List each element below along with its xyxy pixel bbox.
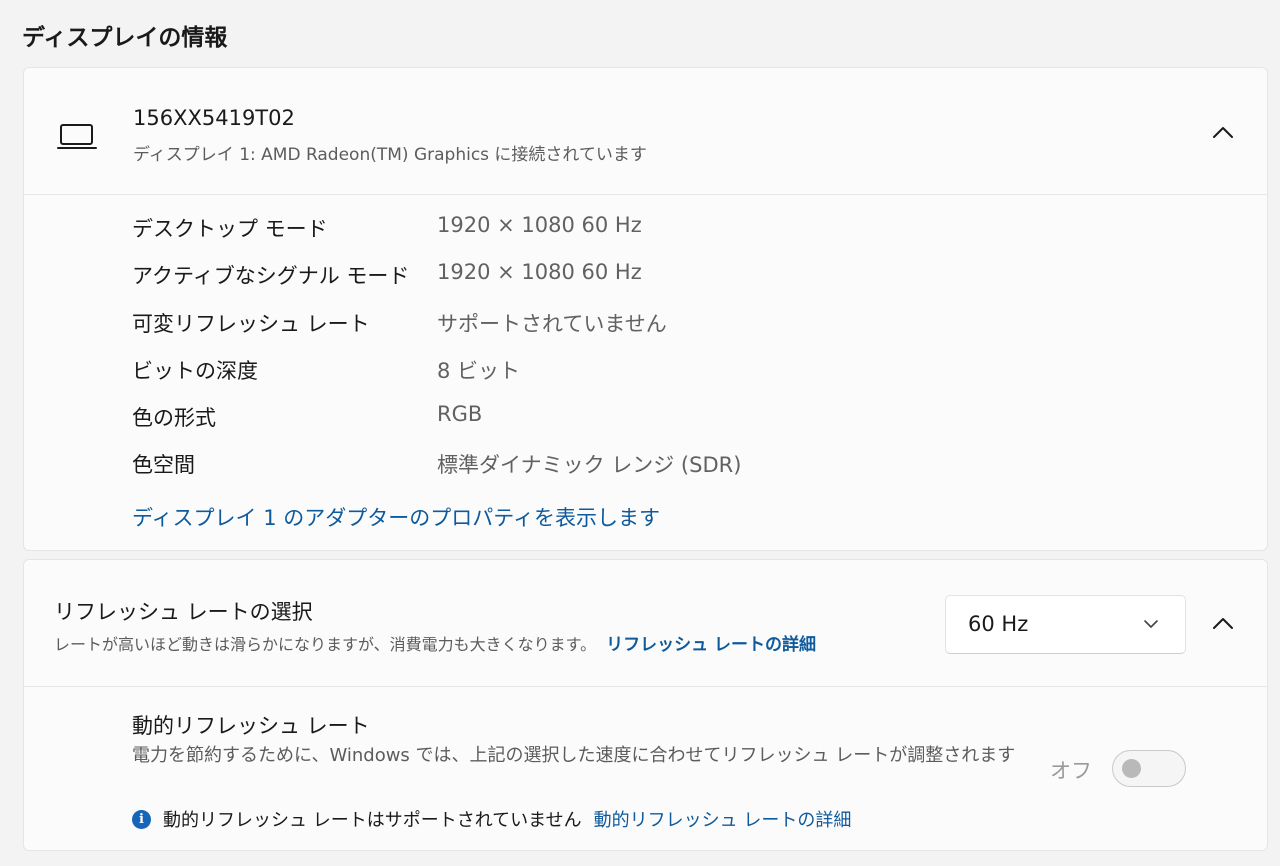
refresh-rate-description: レートが高いほど動きは滑らかになりますが、消費電力も大きくなります。 リフレッシュ…: [54, 630, 816, 655]
info-icon: i: [132, 809, 151, 829]
info-value: RGB: [437, 402, 483, 427]
refresh-rate-dropdown[interactable]: 60 Hz: [945, 595, 1186, 654]
display-info-card: 156XX5419T02 ディスプレイ 1: AMD Radeon(TM) Gr…: [23, 67, 1268, 551]
dynamic-refresh-toggle[interactable]: [1112, 750, 1186, 787]
refresh-rate-title: リフレッシュ レートの選択: [54, 600, 313, 624]
info-label: アクティブなシグナル モード: [132, 264, 410, 289]
info-value: 標準ダイナミック レンジ (SDR): [437, 453, 742, 478]
info-label: 色空間: [132, 453, 195, 478]
info-label: 可変リフレッシュ レート: [132, 311, 370, 336]
refresh-rate-description-text: レートが高いほど動きは滑らかになりますが、消費電力も大きくなります。: [54, 635, 597, 654]
monitor-name: 156XX5419T02: [133, 106, 295, 130]
dynamic-refresh-description: 電力を節約するために、Windows では、上記の選択した速度に合わせてリフレッ…: [132, 745, 1016, 766]
collapse-display-button[interactable]: [1205, 114, 1241, 150]
info-value: 8 ビット: [437, 358, 521, 383]
info-label: ビットの深度: [132, 358, 258, 383]
dynamic-refresh-title: 動的リフレッシュ レート: [132, 714, 370, 738]
collapse-refresh-button[interactable]: [1205, 605, 1241, 641]
chevron-up-icon: [1213, 127, 1233, 138]
dynamic-refresh-detail-link[interactable]: 動的リフレッシュ レートの詳細: [594, 806, 852, 832]
divider: [24, 686, 1267, 687]
dynamic-refresh-note: i 動的リフレッシュ レートはサポートされていません 動的リフレッシュ レートの…: [132, 806, 851, 832]
info-value: 1920 × 1080 60 Hz: [437, 260, 642, 285]
toggle-state-label: オフ: [1050, 759, 1092, 783]
laptop-icon: [57, 122, 97, 152]
toggle-knob: [1122, 759, 1141, 778]
adapter-properties-link[interactable]: ディスプレイ 1 のアダプターのプロパティを表示します: [132, 502, 660, 532]
dynamic-refresh-note-text: 動的リフレッシュ レートはサポートされていません: [163, 810, 582, 831]
divider: [24, 194, 1267, 195]
chevron-up-icon: [1213, 618, 1233, 629]
refresh-rate-selected: 60 Hz: [968, 612, 1029, 636]
info-label: 色の形式: [132, 406, 216, 431]
chevron-down-icon: [1144, 620, 1158, 628]
display-card-header[interactable]: 156XX5419T02 ディスプレイ 1: AMD Radeon(TM) Gr…: [24, 68, 1267, 194]
refresh-rate-detail-link[interactable]: リフレッシュ レートの詳細: [606, 635, 816, 655]
refresh-rate-card: リフレッシュ レートの選択 レートが高いほど動きは滑らかになりますが、消費電力も…: [23, 559, 1268, 851]
info-value: 1920 × 1080 60 Hz: [437, 213, 642, 237]
info-label: デスクトップ モード: [132, 217, 328, 241]
info-value: サポートされていません: [437, 311, 667, 336]
monitor-subtitle: ディスプレイ 1: AMD Radeon(TM) Graphics に接続されて…: [133, 145, 647, 165]
section-title: ディスプレイの情報: [22, 25, 228, 51]
